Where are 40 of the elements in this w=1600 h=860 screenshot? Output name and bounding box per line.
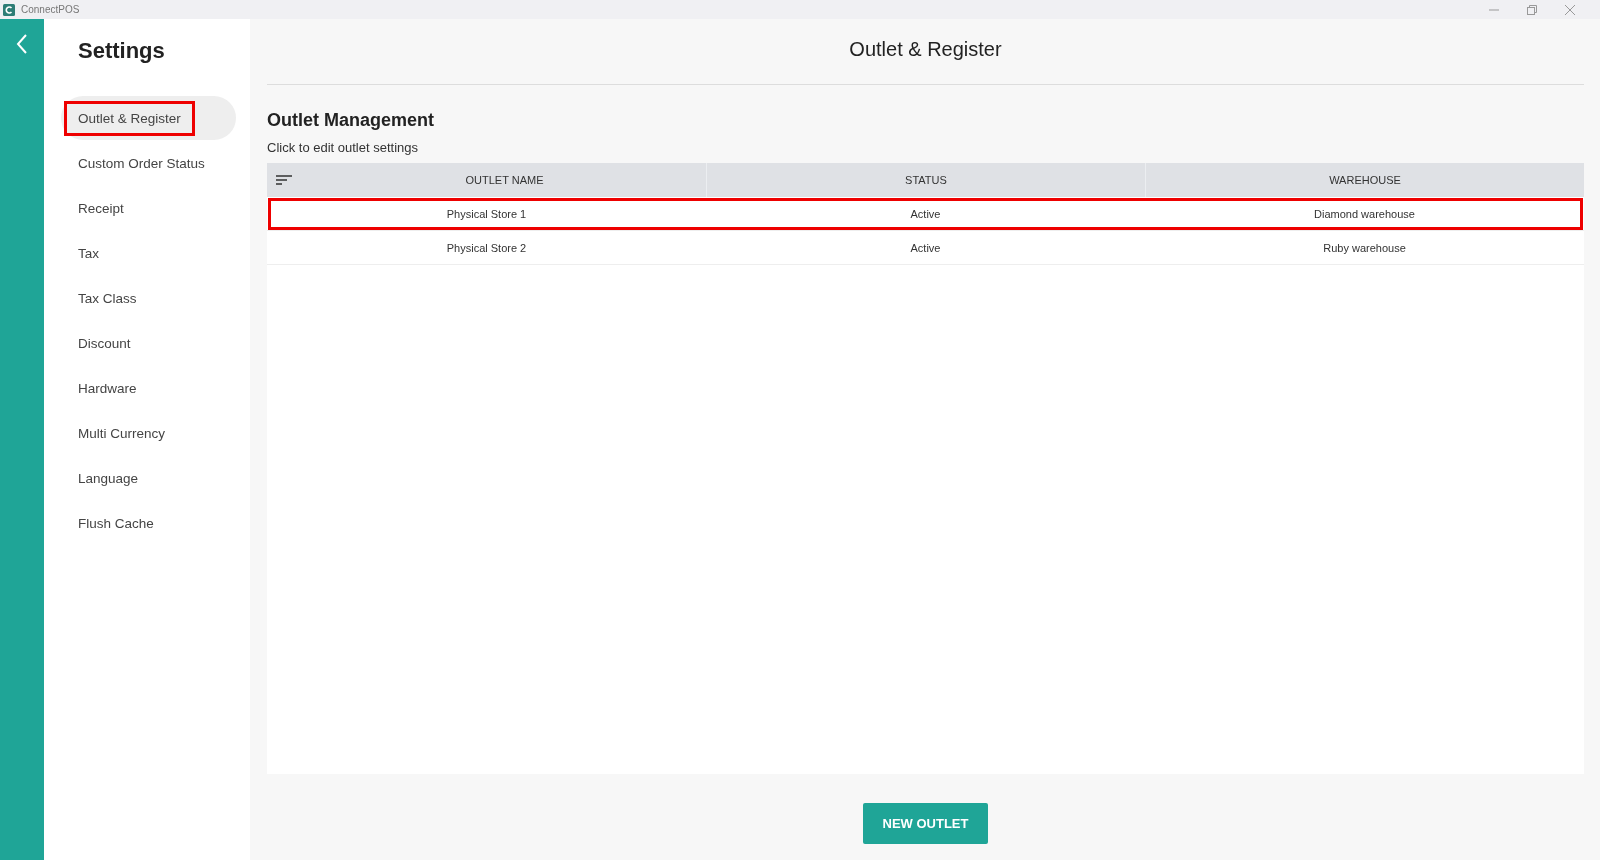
column-header: STATUS xyxy=(706,163,1145,197)
sidebar-item[interactable]: Custom Order Status xyxy=(61,141,236,185)
column-header: WAREHOUSE xyxy=(1145,163,1584,197)
close-icon[interactable] xyxy=(1565,4,1575,15)
sidebar-item[interactable]: Receipt xyxy=(61,186,236,230)
restore-icon[interactable] xyxy=(1527,4,1537,15)
sidebar-item[interactable]: Hardware xyxy=(61,366,236,410)
sidebar-item[interactable]: Discount xyxy=(61,321,236,365)
table-row[interactable]: Physical Store 1 Active Diamond warehouse xyxy=(267,197,1584,231)
sidebar-item[interactable]: Outlet & Register xyxy=(61,96,236,140)
column-header: OUTLET NAME xyxy=(464,173,545,188)
sidebar-item[interactable]: Tax xyxy=(61,231,236,275)
sidebar-item-label: Language xyxy=(77,469,140,488)
sidebar-item-label: Tax Class xyxy=(77,289,138,308)
app-logo-icon xyxy=(3,3,15,16)
sidebar-item[interactable]: Multi Currency xyxy=(61,411,236,455)
sort-icon[interactable] xyxy=(276,174,292,186)
sidebar-item-label: Tax xyxy=(77,244,100,263)
table-cell-text: Ruby warehouse xyxy=(1322,240,1407,256)
sidebar-item-label: Custom Order Status xyxy=(77,154,206,173)
sidebar-item-label: Discount xyxy=(77,334,132,353)
sidebar-item[interactable]: Flush Cache xyxy=(61,501,236,545)
table-cell-text: Physical Store 2 xyxy=(445,240,528,256)
window-title: ConnectPOS xyxy=(21,4,80,15)
table-cell-text: Active xyxy=(909,206,942,222)
section-hint: Click to edit outlet settings xyxy=(267,140,420,155)
sidebar-item-label: Flush Cache xyxy=(77,514,155,533)
sidebar-item-label: Hardware xyxy=(77,379,138,398)
table-cell-text: Physical Store 1 xyxy=(445,206,528,222)
sidebar-title: Settings xyxy=(78,38,166,65)
table-cell-text: Diamond warehouse xyxy=(1313,206,1416,222)
sidebar-item-label: Receipt xyxy=(77,199,125,218)
table-row[interactable]: Physical Store 2 Active Ruby warehouse xyxy=(267,231,1584,265)
table-cell-text: Active xyxy=(909,240,942,256)
sidebar-item[interactable]: Tax Class xyxy=(61,276,236,320)
sidebar-item[interactable]: Language xyxy=(61,456,236,500)
sidebar-item-label: Multi Currency xyxy=(77,424,167,443)
section-title: Outlet Management xyxy=(267,110,436,131)
sidebar-item-label: Outlet & Register xyxy=(64,100,195,136)
page-title: Outlet & Register xyxy=(267,19,1584,85)
